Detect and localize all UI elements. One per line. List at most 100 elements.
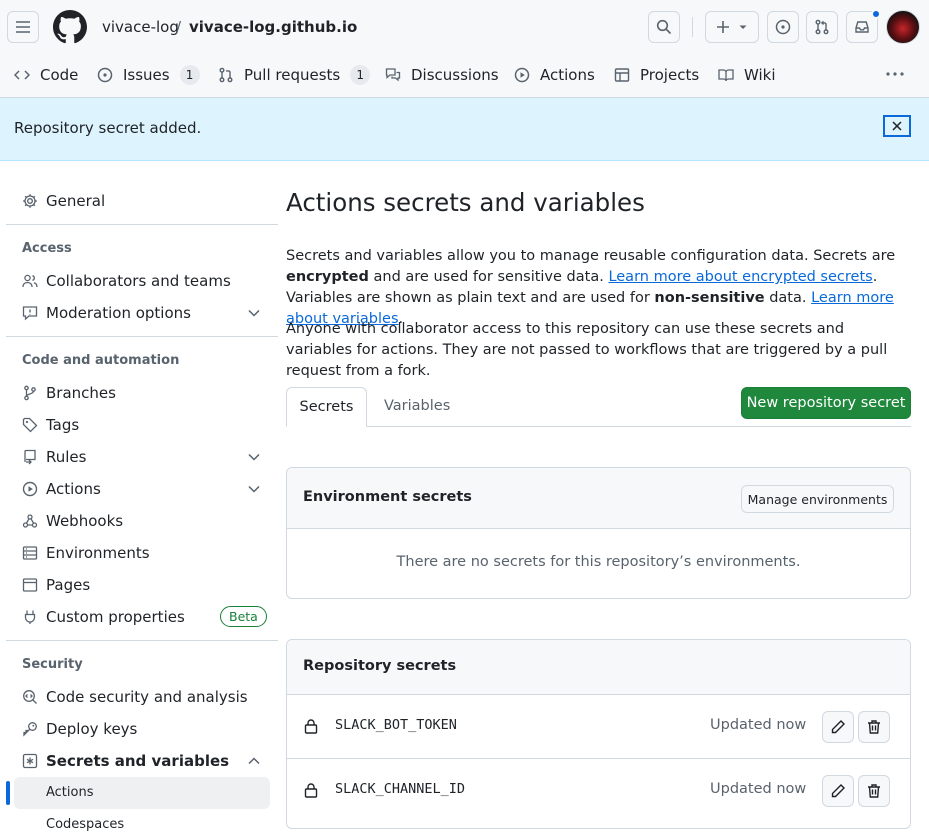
- sidebar-item-label: Rules: [46, 448, 87, 466]
- server-icon: [22, 546, 38, 560]
- new-repository-secret-button[interactable]: New repository secret: [741, 387, 911, 419]
- tab-wiki-label: Wiki: [744, 66, 776, 84]
- tab-pull-requests-label: Pull requests: [244, 66, 341, 84]
- sidebar-item-collaborators[interactable]: Collaborators and teams: [22, 269, 231, 293]
- flash-close-button[interactable]: [883, 115, 911, 137]
- chevron-down-icon[interactable]: [247, 307, 261, 319]
- git-pull-request-icon: [815, 19, 829, 35]
- tab-discussions[interactable]: Discussions: [385, 62, 499, 88]
- sidebar-heading-security: Security: [22, 657, 83, 672]
- repository-secrets-box: Repository secrets SLACK_BOT_TOKEN Updat…: [286, 639, 911, 829]
- table-row: SLACK_BOT_TOKEN Updated now: [287, 694, 910, 758]
- beta-badge: Beta: [220, 606, 267, 627]
- codescan-icon: [23, 690, 37, 704]
- tab-discussions-label: Discussions: [411, 66, 499, 84]
- hamburger-icon: [16, 21, 30, 33]
- sidebar-subitem-actions[interactable]: Actions: [14, 777, 270, 809]
- pencil-icon: [831, 784, 845, 798]
- environment-secrets-header: Environment secrets Manage environments: [287, 468, 910, 529]
- sidebar-item-label: Pages: [46, 576, 91, 594]
- chevron-down-icon[interactable]: [247, 483, 261, 495]
- sidebar-item-label: Tags: [46, 416, 80, 434]
- tab-pull-requests[interactable]: Pull requests 1: [218, 62, 371, 88]
- sidebar-item-branches[interactable]: Branches: [22, 381, 116, 405]
- environment-secrets-title: Environment secrets: [303, 489, 472, 505]
- sidebar-item-environments[interactable]: Environments: [22, 541, 150, 565]
- close-icon: [892, 121, 902, 131]
- avatar[interactable]: [886, 10, 920, 44]
- key-icon: [23, 722, 37, 737]
- repo-push-icon: [24, 449, 36, 465]
- table-row: SLACK_CHANNEL_ID Updated now: [287, 758, 910, 822]
- sidebar-item-tags[interactable]: Tags: [22, 413, 79, 437]
- delete-secret-button[interactable]: [858, 775, 890, 807]
- sidebar-item-deploy-keys[interactable]: Deploy keys: [22, 717, 137, 741]
- play-icon: [22, 481, 38, 497]
- tab-issues[interactable]: Issues 1: [97, 62, 200, 88]
- delete-secret-button[interactable]: [858, 711, 890, 743]
- sidebar-item-label: Custom properties: [46, 608, 185, 626]
- edit-secret-button[interactable]: [822, 775, 854, 807]
- sidebar-heading-code-automation: Code and automation: [22, 353, 180, 368]
- sidebar-divider: [6, 640, 278, 641]
- chevron-up-icon[interactable]: [247, 755, 261, 767]
- tab-code[interactable]: Code: [14, 62, 78, 88]
- repository-secrets-title: Repository secrets: [303, 658, 457, 674]
- sidebar-item-label: Code security and analysis: [46, 688, 248, 706]
- tab-issues-label: Issues: [123, 66, 170, 84]
- breadcrumb-separator: /: [176, 18, 182, 36]
- git-pull-request-icon: [219, 67, 233, 83]
- tab-actions-label: Actions: [540, 66, 595, 84]
- sidebar-subitem-codespaces[interactable]: Codespaces: [46, 817, 124, 832]
- github-logo[interactable]: [53, 10, 87, 44]
- play-icon: [514, 67, 530, 83]
- tab-wiki[interactable]: Wiki: [718, 62, 776, 88]
- encrypted-secrets-link[interactable]: Learn more about encrypted secrets: [608, 269, 872, 285]
- sidebar-item-label: Branches: [46, 384, 116, 402]
- environment-secrets-box: Environment secrets Manage environments …: [286, 467, 911, 599]
- sidebar-item-pages[interactable]: Pages: [22, 573, 90, 597]
- sidebar-subitem-label: Actions: [46, 785, 94, 800]
- sidebar-item-moderation[interactable]: Moderation options: [22, 301, 191, 325]
- inbox-icon: [855, 21, 869, 33]
- sidebar-item-actions[interactable]: Actions: [22, 477, 101, 501]
- sidebar-item-secrets-variables[interactable]: Secrets and variables: [22, 749, 229, 773]
- webhook-icon: [22, 514, 38, 528]
- chevron-down-icon[interactable]: [247, 451, 261, 463]
- breadcrumb-owner[interactable]: vivace-log: [102, 17, 179, 37]
- edit-secret-button[interactable]: [822, 711, 854, 743]
- issue-opened-icon: [775, 19, 791, 35]
- more-nav-button[interactable]: [885, 66, 905, 82]
- code-icon: [14, 70, 30, 80]
- git-branch-icon: [24, 385, 36, 401]
- breadcrumb-repo[interactable]: vivace-log.github.io: [189, 17, 357, 37]
- search-button[interactable]: [648, 11, 680, 43]
- tab-projects[interactable]: Projects: [614, 62, 699, 88]
- description-text: Secrets and variables allow you to manag…: [286, 248, 896, 264]
- description-emphasis: non-sensitive: [654, 290, 765, 306]
- menu-button[interactable]: [7, 11, 39, 43]
- sidebar-item-label: Actions: [46, 480, 101, 498]
- tag-icon: [22, 417, 38, 433]
- tab-variables[interactable]: Variables: [384, 398, 450, 414]
- sidebar-item-webhooks[interactable]: Webhooks: [22, 509, 123, 533]
- tab-actions[interactable]: Actions: [514, 62, 595, 88]
- sidebar-item-general[interactable]: General: [22, 189, 105, 213]
- create-new-button[interactable]: [705, 11, 759, 43]
- manage-environments-button[interactable]: Manage environments: [741, 485, 894, 513]
- access-note: Anyone with collaborator access to this …: [286, 321, 888, 379]
- sidebar-divider: [6, 336, 278, 337]
- kebab-horizontal-icon: [886, 72, 904, 76]
- secret-name: SLACK_CHANNEL_ID: [335, 781, 466, 797]
- sidebar-item-custom-properties[interactable]: Custom properties: [22, 605, 185, 629]
- sidebar-item-rules[interactable]: Rules: [22, 445, 86, 469]
- header-divider: [692, 17, 693, 37]
- tab-projects-label: Projects: [640, 66, 700, 84]
- sidebar-item-code-security[interactable]: Code security and analysis: [22, 685, 248, 709]
- sidebar-item-label: Webhooks: [46, 512, 124, 530]
- environment-secrets-empty: There are no secrets for this repository…: [396, 554, 801, 570]
- issues-button[interactable]: [767, 11, 799, 43]
- sidebar-item-label: General: [46, 192, 106, 210]
- tab-secrets[interactable]: Secrets: [286, 387, 367, 427]
- pull-requests-button[interactable]: [806, 11, 838, 43]
